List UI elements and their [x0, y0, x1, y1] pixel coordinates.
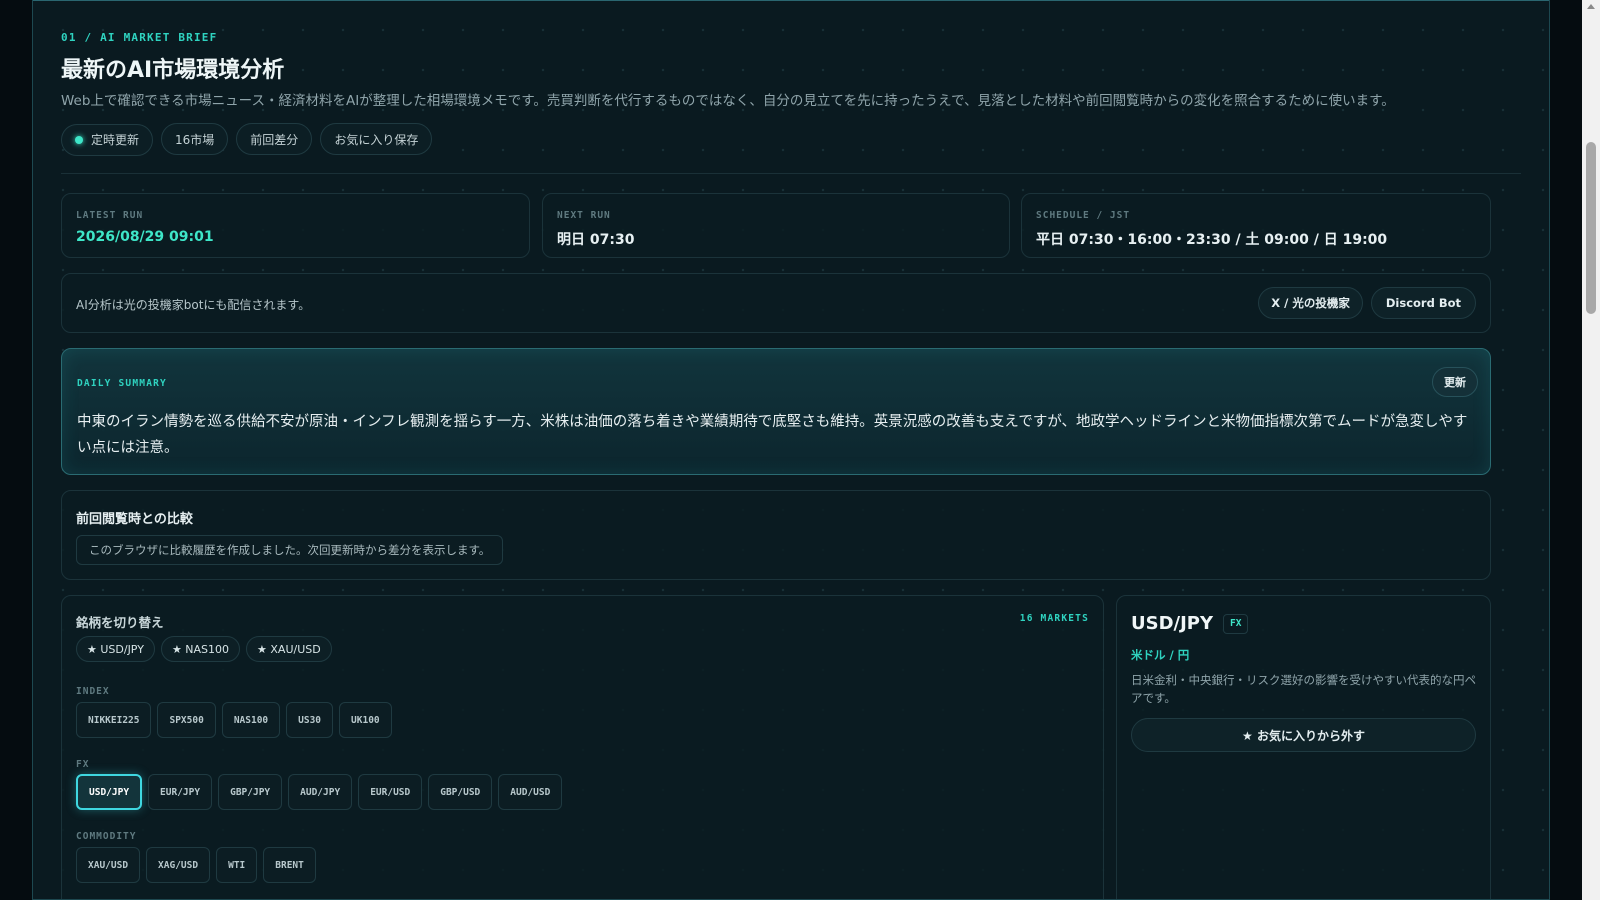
daily-summary-card: DAILY SUMMARY 更新 中東のイラン情勢を巡る供給不安が原油・インフレ… — [61, 348, 1491, 475]
favorites-row: ★ USD/JPY ★ NAS100 ★ XAU/USD — [76, 636, 338, 662]
distribution-text: AI分析は光の投機家botにも配信されます。 — [76, 298, 311, 312]
detail-symbol: USD/JPY — [1131, 613, 1214, 634]
scrollbar-thumb[interactable] — [1586, 142, 1596, 314]
fx-row: USD/JPY EUR/JPY GBP/JPY AUD/JPY EUR/USD … — [76, 774, 568, 810]
discord-bot-button[interactable]: Discord Bot — [1370, 287, 1476, 319]
detail-category-badge: FX — [1223, 613, 1249, 634]
market-detail-card: USD/JPY FX 米ドル / 円 日米金利・中央銀行・リスク選好の影響を受け… — [1116, 595, 1491, 899]
chip-audjpy[interactable]: AUD/JPY — [288, 774, 353, 810]
chip-audusd[interactable]: AUD/USD — [498, 774, 563, 810]
next-run-value: 明日 07:30 — [557, 232, 635, 248]
comparison-note: このブラウザに比較履歴を作成しました。次回更新時から差分を表示します。 — [76, 535, 504, 565]
market-brief-panel: 01 / AI MARKET BRIEF 最新のAI市場環境分析 Web上で確認… — [32, 0, 1550, 900]
detail-name: 米ドル / 円 — [1131, 648, 1190, 662]
comparison-card: 前回閲覧時との比較 このブラウザに比較履歴を作成しました。次回更新時から差分を表… — [61, 490, 1491, 580]
selector-title: 銘柄を切り替え — [76, 615, 164, 630]
pill-diff: 前回差分 — [236, 123, 313, 155]
scroll-up-arrow-icon[interactable] — [1587, 4, 1595, 9]
market-selector-card: 銘柄を切り替え 16 MARKETS ★ USD/JPY ★ NAS100 ★ … — [61, 595, 1104, 899]
pill-scheduled-update: 定時更新 — [61, 123, 154, 156]
chip-nas100[interactable]: NAS100 — [221, 702, 281, 738]
chip-us30[interactable]: US30 — [286, 702, 334, 738]
index-row: NIKKEI225 SPX500 NAS100 US30 UK100 — [76, 702, 398, 738]
daily-summary-label: DAILY SUMMARY — [77, 378, 167, 389]
feature-pills: 定時更新 16市場 前回差分 お気に入り保存 — [61, 123, 1521, 156]
x-account-button[interactable]: X / 光の投機家 — [1258, 287, 1363, 319]
remove-favorite-button[interactable]: ★ お気に入りから外す — [1131, 718, 1476, 752]
latest-run-label: LATEST RUN — [76, 210, 144, 221]
divider — [61, 173, 1521, 174]
chip-gbpusd[interactable]: GBP/USD — [428, 774, 493, 810]
page-scrollbar[interactable] — [1582, 0, 1600, 900]
chip-gbpjpy[interactable]: GBP/JPY — [218, 774, 283, 810]
page-description: Web上で確認できる市場ニュース・経済材料をAIが整理した相場環境メモです。売買… — [61, 93, 1395, 109]
section-eyebrow: 01 / AI MARKET BRIEF — [61, 31, 218, 44]
status-dot-icon — [75, 135, 83, 144]
distribution-bar: AI分析は光の投機家botにも配信されます。 X / 光の投機家 Discord… — [61, 273, 1491, 333]
next-run-card: NEXT RUN 明日 07:30 — [542, 193, 1010, 258]
page-title: 最新のAI市場環境分析 — [61, 58, 285, 83]
chip-eurjpy[interactable]: EUR/JPY — [148, 774, 213, 810]
refresh-summary-button[interactable]: 更新 — [1432, 367, 1478, 397]
comparison-title: 前回閲覧時との比較 — [76, 512, 193, 527]
commodity-row: XAU/USD XAG/USD WTI BRENT — [76, 847, 322, 883]
schedule-value: 平日 07:30・16:00・23:30 / 土 09:00 / 日 19:00 — [1036, 232, 1388, 248]
chip-xauusd[interactable]: XAU/USD — [76, 847, 141, 883]
detail-description: 日米金利・中央銀行・リスク選好の影響を受けやすい代表的な円ペアです。 — [1131, 673, 1476, 705]
group-label-index: INDEX — [76, 686, 110, 697]
chip-nikkei225[interactable]: NIKKEI225 — [76, 702, 152, 738]
favorite-nas100[interactable]: ★ NAS100 — [160, 636, 241, 662]
favorite-xauusd[interactable]: ★ XAU/USD — [246, 636, 332, 662]
chip-usdjpy[interactable]: USD/JPY — [76, 774, 143, 810]
group-label-commodity: COMMODITY — [76, 831, 137, 842]
daily-summary-text: 中東のイラン情勢を巡る供給不安が原油・インフレ観測を揺らす一方、米株は油価の落ち… — [77, 414, 1468, 456]
favorite-usdjpy[interactable]: ★ USD/JPY — [76, 636, 155, 662]
pill-favorites: お気に入り保存 — [320, 123, 433, 155]
market-count: 16 MARKETS — [1019, 613, 1089, 624]
latest-run-value: 2026/08/29 09:01 — [76, 229, 214, 245]
schedule-card: SCHEDULE / JST 平日 07:30・16:00・23:30 / 土 … — [1021, 193, 1491, 258]
chip-eurusd[interactable]: EUR/USD — [358, 774, 423, 810]
latest-run-card: LATEST RUN 2026/08/29 09:01 — [61, 193, 530, 258]
chip-wti[interactable]: WTI — [216, 847, 258, 883]
chip-spx500[interactable]: SPX500 — [157, 702, 216, 738]
next-run-label: NEXT RUN — [557, 210, 611, 221]
chip-brent[interactable]: BRENT — [263, 847, 316, 883]
schedule-label: SCHEDULE / JST — [1036, 210, 1131, 221]
group-label-fx: FX — [76, 759, 90, 770]
pill-market-count: 16市場 — [161, 123, 229, 155]
chip-xagusd[interactable]: XAG/USD — [146, 847, 211, 883]
chip-uk100[interactable]: UK100 — [339, 702, 392, 738]
